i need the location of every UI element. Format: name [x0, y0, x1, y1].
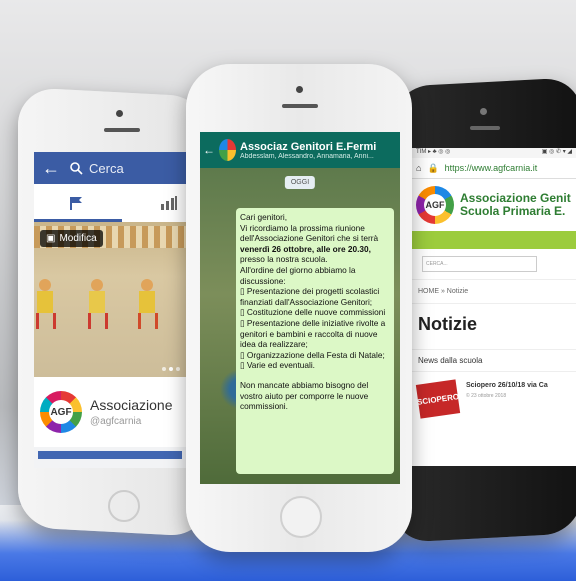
breadcrumb[interactable]: HOME » Notizie	[412, 279, 576, 304]
news-section-label[interactable]: News dalla scuola	[412, 349, 576, 372]
left-phone-home-button	[108, 490, 140, 522]
facebook-search[interactable]: Cerca	[70, 161, 124, 176]
message-line: ▯ Costituzione delle nuove commissioni	[240, 307, 386, 318]
flag-icon[interactable]	[68, 196, 84, 210]
message-line: ▯ Presentazione dei progetti scolastici …	[240, 286, 380, 307]
facebook-header: ← Cerca	[34, 152, 186, 184]
message-line: ▯ Presentazione delle iniziative rivolte…	[240, 317, 386, 350]
drawing-child	[36, 279, 56, 339]
site-search-input[interactable]: CERCA...	[422, 256, 537, 272]
news-title[interactable]: Sciopero 26/10/18 via Ca	[466, 382, 548, 389]
group-members: Abdesslam, Alessandro, Annamaria, Anni..…	[240, 152, 374, 160]
right-phone-speaker	[470, 126, 500, 130]
site-menu-bar[interactable]	[412, 231, 576, 249]
message-spacer	[240, 371, 390, 380]
url-text: https://www.agfcarnia.it	[444, 163, 538, 173]
message-line: ▯ Organizzazione della Festa di Natale;	[240, 349, 385, 360]
edit-cover-button[interactable]: ▣ Modifica	[40, 230, 103, 247]
site-header: AGF Associazione Genit Scuola Primaria E…	[412, 179, 576, 231]
stats-icon[interactable]	[160, 196, 178, 210]
right-phone-camera	[480, 108, 487, 115]
whatsapp-screen: ← Associaz Genitori E.Fermi Abdesslam, A…	[200, 132, 400, 484]
center-phone-camera	[296, 86, 303, 93]
message-line: ▯ Varie ed eventuali.	[240, 360, 315, 371]
page-profile: AGF Associazione @agfcarnia	[34, 377, 186, 447]
facebook-screen: ← Cerca ▣ Modifica AGF Associazione @agf…	[34, 152, 186, 468]
facebook-tabs	[34, 184, 186, 222]
news-item[interactable]: SCIOPERO Sciopero 26/10/18 via Ca © 23 o…	[412, 372, 576, 426]
browser-url-bar[interactable]: ⌂ 🔒 https://www.agfcarnia.it	[412, 158, 576, 179]
page-handle: @agfcarnia	[90, 416, 142, 427]
back-arrow-icon[interactable]: ←	[42, 158, 60, 179]
group-name[interactable]: Associaz Genitori E.Fermi	[240, 141, 400, 153]
message-line: presso la nostra scuola.	[240, 254, 328, 265]
message-line-bold: venerdì 26 ottobre, alle ore 20.30,	[240, 243, 371, 254]
site-search: CERCA...	[412, 249, 576, 279]
site-logo-text: AGF	[424, 194, 446, 216]
home-icon[interactable]: ⌂	[416, 163, 421, 173]
cover-photo: ▣ Modifica	[34, 222, 186, 377]
message-line: Non mancate abbiamo bisogno del vostro a…	[240, 379, 369, 412]
center-phone-speaker	[282, 104, 318, 108]
page-name: Associazione	[90, 397, 173, 413]
lock-icon: 🔒	[427, 162, 439, 173]
whatsapp-header: ← Associaz Genitori E.Fermi Abdesslam, A…	[200, 132, 400, 168]
site-logo[interactable]: AGF	[416, 186, 454, 224]
search-icon	[70, 161, 83, 175]
edit-label: Modifica	[59, 233, 97, 244]
logo-text: AGF	[49, 400, 73, 424]
android-status-bar: TIM ▸ ♣ ◎ ◎ ▣ ◎ ✆ ▾ ◢	[412, 148, 576, 158]
carousel-dots	[162, 367, 180, 371]
search-label: Cerca	[89, 160, 124, 176]
drawing-child	[138, 279, 158, 339]
group-avatar[interactable]	[219, 139, 236, 161]
chat-message[interactable]: Cari genitori, Vi ricordiamo la prossima…	[236, 208, 394, 474]
action-bar[interactable]	[38, 451, 182, 459]
agf-logo[interactable]: AGF	[40, 391, 82, 433]
news-thumbnail: SCIOPERO	[415, 379, 461, 419]
site-title-line2: Scuola Primaria E.	[460, 204, 566, 218]
center-phone-home-button	[280, 496, 322, 538]
drawing-child	[88, 279, 108, 339]
back-arrow-icon[interactable]: ←	[203, 143, 215, 157]
page-title: Notizie	[418, 314, 478, 334]
message-line: Cari genitori,	[240, 212, 288, 222]
date-chip: OGGI	[284, 176, 316, 189]
left-phone-camera	[116, 110, 123, 117]
news-date: © 23 ottobre 2018	[466, 393, 507, 399]
message-line: All'ordine del giorno abbiamo la discuss…	[240, 264, 356, 286]
message-line: Vi ricordiamo la prossima riunione dell'…	[240, 222, 379, 244]
camera-icon: ▣	[46, 233, 56, 244]
left-phone-speaker	[104, 128, 140, 132]
website-screen: TIM ▸ ♣ ◎ ◎ ▣ ◎ ✆ ▾ ◢ ⌂ 🔒 https://www.agf…	[412, 148, 576, 466]
